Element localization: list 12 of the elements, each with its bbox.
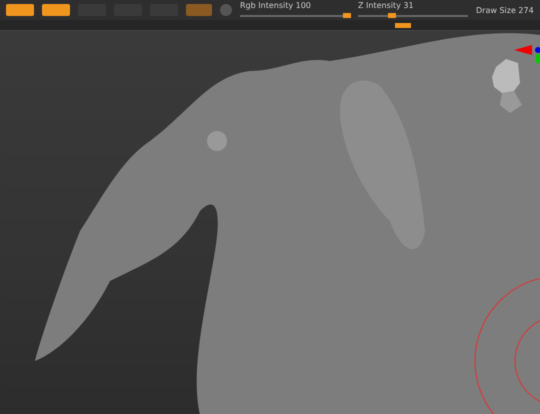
slider-thumb[interactable] [342,13,351,18]
slider-thumb[interactable] [388,13,396,18]
material-sphere-icon[interactable] [220,4,232,16]
mode-button[interactable] [42,4,70,16]
strip-marker [395,22,411,28]
intensity-slider[interactable]: Rgb Intensity 100 [240,1,350,19]
mode-button[interactable] [6,4,34,16]
intensity-slider[interactable]: Z Intensity 31 [358,1,468,19]
color-swatch[interactable] [186,4,212,16]
slider-label: Rgb Intensity 100 [240,1,312,10]
slider-label: Z Intensity 31 [358,1,415,10]
draw-size-label: Draw Size 274 [476,6,534,14]
